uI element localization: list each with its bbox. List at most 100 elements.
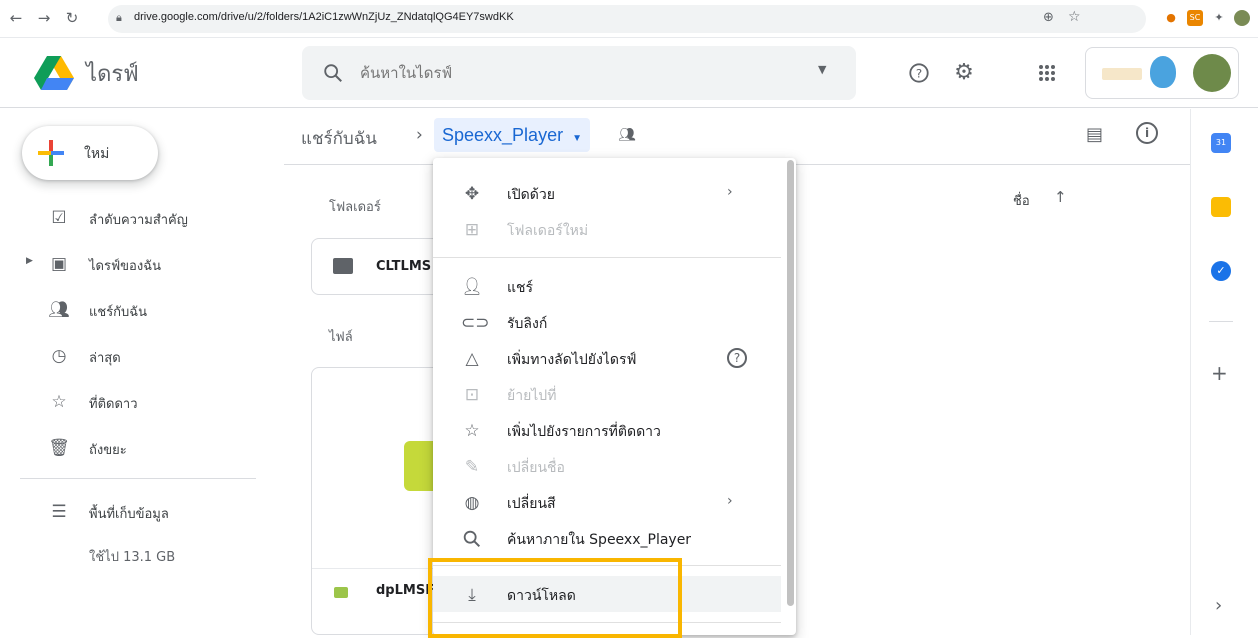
expand-arrow-icon[interactable]: ▶ xyxy=(26,256,33,266)
keep-icon[interactable] xyxy=(1211,197,1231,217)
extension-sc-icon[interactable]: SC xyxy=(1187,10,1203,26)
shared-people-icon: 👥︎ xyxy=(48,300,70,320)
open-with-icon: ✥ xyxy=(464,184,480,204)
menu-item-move-to: ⊡ ย้ายไปที่ xyxy=(433,376,781,412)
my-drive-icon: ▣ xyxy=(50,254,68,274)
sidebar-item-my-drive[interactable]: ▶ ▣ ไดรฟ์ของฉัน xyxy=(0,244,260,284)
app-title: ไดรฟ์ xyxy=(86,61,139,86)
expand-panel-chevron-icon[interactable]: › xyxy=(1215,595,1222,616)
zoom-icon[interactable]: ⊕ xyxy=(1043,10,1054,25)
sidebar-item-starred[interactable]: ☆ ที่ติดดาว xyxy=(0,382,260,422)
extensions-puzzle-icon[interactable]: ✦ xyxy=(1211,10,1227,26)
menu-item-label: เพิ่มทางลัดไปยังไดรฟ์ xyxy=(507,352,637,368)
apps-grid-icon[interactable] xyxy=(1031,57,1063,89)
sort-ascending-arrow-icon[interactable]: ↑ xyxy=(1054,188,1067,206)
move-to-icon: ⊡ xyxy=(464,385,480,405)
sidebar-divider xyxy=(20,478,256,479)
menu-item-label: รับลิงก์ xyxy=(507,316,548,332)
sidebar-item-label: ไดรฟ์ของฉัน xyxy=(89,259,161,274)
star-icon: ☆ xyxy=(51,392,67,412)
calendar-icon[interactable]: 31 xyxy=(1211,133,1231,153)
sidebar-item-recent[interactable]: ◷ ล่าสุด xyxy=(0,336,260,376)
extension-drop-icon[interactable]: ● xyxy=(1163,10,1179,26)
sidebar-item-label: แชร์กับฉัน xyxy=(89,305,148,320)
reload-icon[interactable]: ↻ xyxy=(62,8,82,28)
search-icon xyxy=(463,530,481,548)
menu-item-search-within[interactable]: ค้นหาภายใน Speexx_Player xyxy=(433,520,781,556)
svg-text:?: ? xyxy=(916,67,922,81)
sidebar-item-priority[interactable]: ☑ ลำดับความสำคัญ xyxy=(0,198,260,238)
shared-folder-people-icon: 👥︎ xyxy=(618,127,636,143)
help-icon[interactable]: ? xyxy=(727,348,747,368)
menu-item-label: โฟลเดอร์ใหม่ xyxy=(507,223,589,239)
google-drive-logo-icon[interactable] xyxy=(34,54,74,90)
list-view-icon[interactable]: ▤ xyxy=(1086,124,1103,145)
menu-item-new-folder: ⊞ โฟลเดอร์ใหม่ xyxy=(433,211,781,247)
menu-item-share[interactable]: 👤︎ แชร์ xyxy=(433,268,781,304)
new-button-label: ใหม่ xyxy=(84,146,110,162)
search-input[interactable] xyxy=(360,61,780,85)
sidebar-item-label: ล่าสุด xyxy=(89,351,121,366)
submenu-arrow-icon: › xyxy=(727,184,733,200)
tasks-icon[interactable]: ✓ xyxy=(1211,261,1231,281)
submenu-arrow-icon: › xyxy=(727,493,733,509)
url-text: drive.google.com/drive/u/2/folders/1A2iC… xyxy=(134,11,514,23)
avatar[interactable] xyxy=(1193,54,1231,92)
sidebar-item-label: พื้นที่เก็บข้อมูล xyxy=(89,507,169,522)
search-options-icon[interactable]: ▼ xyxy=(818,63,826,76)
menu-item-change-color[interactable]: ◍ เปลี่ยนสี › xyxy=(433,484,781,520)
add-addon-plus-icon[interactable]: + xyxy=(1211,361,1228,385)
new-button[interactable]: ใหม่ xyxy=(22,126,158,180)
file-type-icon xyxy=(334,587,348,598)
menu-item-label: เปิดด้วย xyxy=(507,187,555,203)
search-icon[interactable] xyxy=(322,62,344,84)
add-shortcut-icon: △ xyxy=(465,349,479,369)
menu-item-add-shortcut[interactable]: △ เพิ่มทางลัดไปยังไดรฟ์ ? xyxy=(433,340,781,376)
menu-item-label: ย้ายไปที่ xyxy=(507,388,557,404)
folder-name: CLTLMS xyxy=(376,259,432,274)
help-icon[interactable]: ? xyxy=(903,57,935,89)
sort-by-name[interactable]: ชื่อ xyxy=(1013,190,1030,211)
account-switcher[interactable] xyxy=(1085,47,1239,99)
drive-header: ไดรฟ์ ▼ ? ⚙ xyxy=(0,38,1258,108)
palette-icon: ◍ xyxy=(464,493,480,513)
search-bar[interactable]: ▼ xyxy=(302,46,856,100)
browser-toolbar: ← → ↻ 🔒︎ drive.google.com/drive/u/2/fold… xyxy=(0,0,1258,38)
bookmark-star-icon[interactable]: ☆ xyxy=(1068,9,1081,25)
sidebar-item-trash[interactable]: 🗑︎ ถังขยะ xyxy=(0,428,260,468)
chevron-down-icon: ▼ xyxy=(572,133,582,144)
folders-section-label: โฟลเดอร์ xyxy=(329,200,381,215)
breadcrumb-current-label: Speexx_Player xyxy=(442,125,564,145)
menu-item-label: เปลี่ยนสี xyxy=(507,496,556,512)
trash-icon: 🗑︎ xyxy=(48,438,70,458)
lock-icon: 🔒︎ xyxy=(116,11,122,24)
breadcrumb-separator-icon: › xyxy=(416,125,423,145)
menu-item-get-link[interactable]: ⊂⊃ รับลิงก์ xyxy=(433,304,781,340)
menu-scrollbar[interactable] xyxy=(787,160,794,606)
sidebar-item-label: ถังขยะ xyxy=(89,443,127,458)
organization-logo-icon xyxy=(1102,68,1142,80)
info-icon[interactable]: i xyxy=(1136,122,1158,144)
link-icon: ⊂⊃ xyxy=(461,313,490,333)
clock-icon: ◷ xyxy=(51,346,67,366)
panel-divider xyxy=(1209,321,1233,322)
bulb-logo-icon xyxy=(1150,56,1176,88)
new-folder-icon: ⊞ xyxy=(464,220,480,240)
back-icon[interactable]: ← xyxy=(6,8,26,28)
settings-gear-icon[interactable]: ⚙ xyxy=(948,57,980,89)
breadcrumb-current-folder[interactable]: Speexx_Player ▼ xyxy=(434,118,590,152)
breadcrumb-root[interactable]: แชร์กับฉัน xyxy=(301,125,377,152)
priority-check-icon: ☑ xyxy=(51,208,67,228)
files-section-label: ไฟล์ xyxy=(329,330,353,345)
menu-item-label: เปลี่ยนชื่อ xyxy=(507,460,565,476)
forward-icon[interactable]: → xyxy=(34,8,54,28)
sidebar-item-storage[interactable]: ☰ พื้นที่เก็บข้อมูล xyxy=(0,492,260,532)
menu-item-open-with[interactable]: ✥ เปิดด้วย › xyxy=(433,175,781,211)
shared-folder-icon xyxy=(333,258,353,274)
menu-item-label: แชร์ xyxy=(507,280,534,296)
menu-item-add-to-starred[interactable]: ☆ เพิ่มไปยังรายการที่ติดดาว xyxy=(433,412,781,448)
profile-avatar-icon[interactable] xyxy=(1234,10,1250,26)
sidebar-item-label: ลำดับความสำคัญ xyxy=(89,213,188,228)
sidebar-item-shared[interactable]: 👥︎ แชร์กับฉัน xyxy=(0,290,260,330)
address-bar[interactable]: 🔒︎ drive.google.com/drive/u/2/folders/1A… xyxy=(108,5,1146,33)
